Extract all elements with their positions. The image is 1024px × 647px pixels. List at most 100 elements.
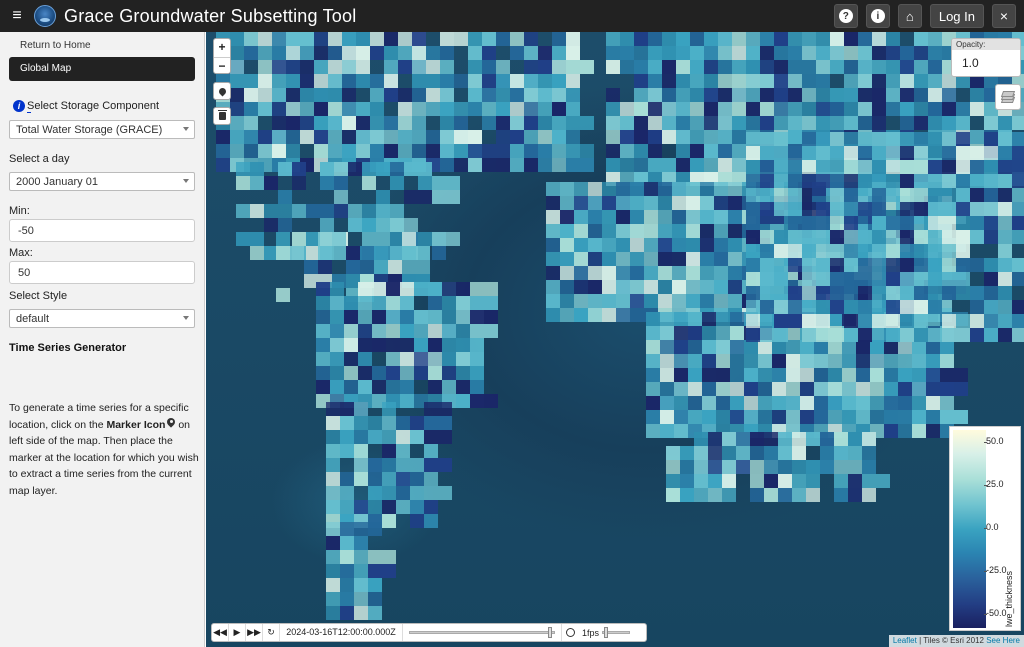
grace-data-tile — [236, 204, 250, 218]
speed-slider[interactable] — [602, 624, 632, 641]
grace-data-tile — [354, 472, 368, 486]
hamburger-icon[interactable]: ≡ — [8, 8, 26, 24]
grace-data-tile — [862, 446, 876, 460]
max-input[interactable]: 50 — [9, 261, 195, 284]
return-home-link[interactable]: Return to Home — [20, 40, 91, 51]
time-slider-thumb[interactable] — [548, 627, 553, 638]
grace-data-tile — [802, 244, 816, 258]
draw-marker-button[interactable] — [213, 82, 231, 100]
grace-data-tile — [230, 74, 258, 88]
grace-data-tile — [750, 474, 764, 488]
grace-data-tile — [258, 102, 272, 116]
day-select[interactable]: 2000 January 01 — [9, 172, 195, 191]
grace-data-tile — [368, 550, 396, 564]
grace-data-tile — [342, 88, 356, 102]
map-view[interactable] — [206, 32, 1024, 647]
grace-data-tile — [368, 606, 382, 620]
info-button[interactable]: i — [865, 4, 890, 28]
grace-data-tile — [842, 410, 856, 424]
grace-data-tile — [382, 416, 396, 430]
grace-data-tile — [648, 158, 676, 172]
grace-data-tile — [926, 396, 940, 410]
grace-data-tile — [428, 338, 442, 352]
grace-data-tile — [760, 160, 774, 174]
grace-data-tile — [940, 354, 954, 368]
home-button[interactable]: ⌂ — [897, 4, 922, 28]
grace-data-tile — [442, 352, 456, 366]
time-slider[interactable] — [407, 624, 557, 641]
grace-data-tile — [326, 486, 340, 500]
grace-data-tile — [914, 328, 928, 342]
grace-data-tile — [898, 410, 912, 424]
opacity-control[interactable]: Opacity: 1.0 — [951, 38, 1021, 77]
grace-data-tile — [816, 88, 830, 102]
grace-data-tile — [432, 176, 460, 190]
grace-data-tile — [326, 402, 340, 416]
grace-data-tile — [676, 144, 690, 158]
zoom-out-button[interactable]: − — [214, 57, 230, 75]
opacity-input[interactable]: 1.0 — [952, 50, 1020, 70]
play-button[interactable]: ▶ — [229, 624, 246, 641]
grace-data-tile — [688, 368, 702, 382]
grace-data-tile — [382, 486, 396, 500]
grace-data-tile — [800, 410, 814, 424]
grace-data-tile — [330, 366, 344, 380]
clock-icon — [561, 624, 578, 641]
grace-data-tile — [816, 258, 830, 272]
grace-data-tile — [292, 162, 306, 176]
grace-data-tile — [346, 260, 360, 274]
grace-data-tile — [560, 224, 574, 238]
grace-data-tile — [566, 116, 594, 130]
info-icon[interactable]: i — [13, 100, 25, 112]
delete-button[interactable] — [213, 107, 231, 125]
close-button[interactable]: × — [992, 4, 1016, 28]
min-input[interactable]: -50 — [9, 219, 195, 242]
grace-data-tile — [538, 46, 552, 60]
zoom-in-button[interactable]: + — [214, 39, 230, 57]
grace-data-tile — [842, 396, 856, 410]
grace-data-tile — [714, 252, 728, 266]
grace-data-tile — [872, 314, 900, 328]
grace-data-tile — [900, 188, 914, 202]
grace-data-tile — [702, 396, 716, 410]
grace-data-tile — [524, 60, 538, 74]
grace-data-tile — [862, 460, 876, 474]
leaflet-link[interactable]: Leaflet — [893, 636, 917, 645]
grace-data-tile — [872, 32, 886, 46]
grace-data-tile — [942, 160, 956, 174]
grace-data-tile — [746, 116, 760, 130]
grace-data-tile — [746, 300, 760, 314]
step-forward-button[interactable]: ▶▶ — [246, 624, 263, 641]
help-button[interactable]: ? — [833, 4, 858, 28]
grace-data-tile — [1012, 272, 1024, 286]
grace-data-tile — [566, 102, 580, 116]
grace-data-tile — [316, 282, 330, 296]
global-map-button[interactable]: Global Map — [9, 57, 195, 81]
grace-data-tile — [424, 514, 438, 528]
grace-data-tile — [746, 160, 760, 174]
style-select[interactable]: default — [9, 309, 195, 328]
grace-data-tile — [702, 382, 716, 396]
layers-button[interactable] — [995, 84, 1021, 110]
grace-data-tile — [760, 60, 774, 74]
grace-data-tile — [410, 416, 424, 430]
grace-data-tile — [328, 32, 342, 46]
grace-data-tile — [928, 74, 942, 88]
see-here-link[interactable]: See Here — [986, 636, 1020, 645]
grace-data-tile — [816, 158, 830, 172]
storage-component-select[interactable]: Total Water Storage (GRACE) — [9, 120, 195, 139]
grace-data-tile — [358, 380, 372, 394]
grace-data-tile — [690, 74, 704, 88]
grace-data-tile — [774, 244, 788, 258]
grace-data-tile — [708, 446, 722, 460]
step-back-button[interactable]: ◀◀ — [212, 624, 229, 641]
grace-data-tile — [396, 472, 410, 486]
login-button[interactable]: Log In — [929, 4, 984, 28]
grace-data-tile — [786, 326, 800, 340]
loop-button[interactable]: ↻ — [263, 624, 280, 641]
grace-data-tile — [802, 160, 816, 174]
grace-data-tile — [844, 116, 858, 130]
grace-data-tile — [758, 382, 772, 396]
grace-data-tile — [588, 308, 602, 322]
speed-slider-thumb[interactable] — [604, 627, 608, 638]
